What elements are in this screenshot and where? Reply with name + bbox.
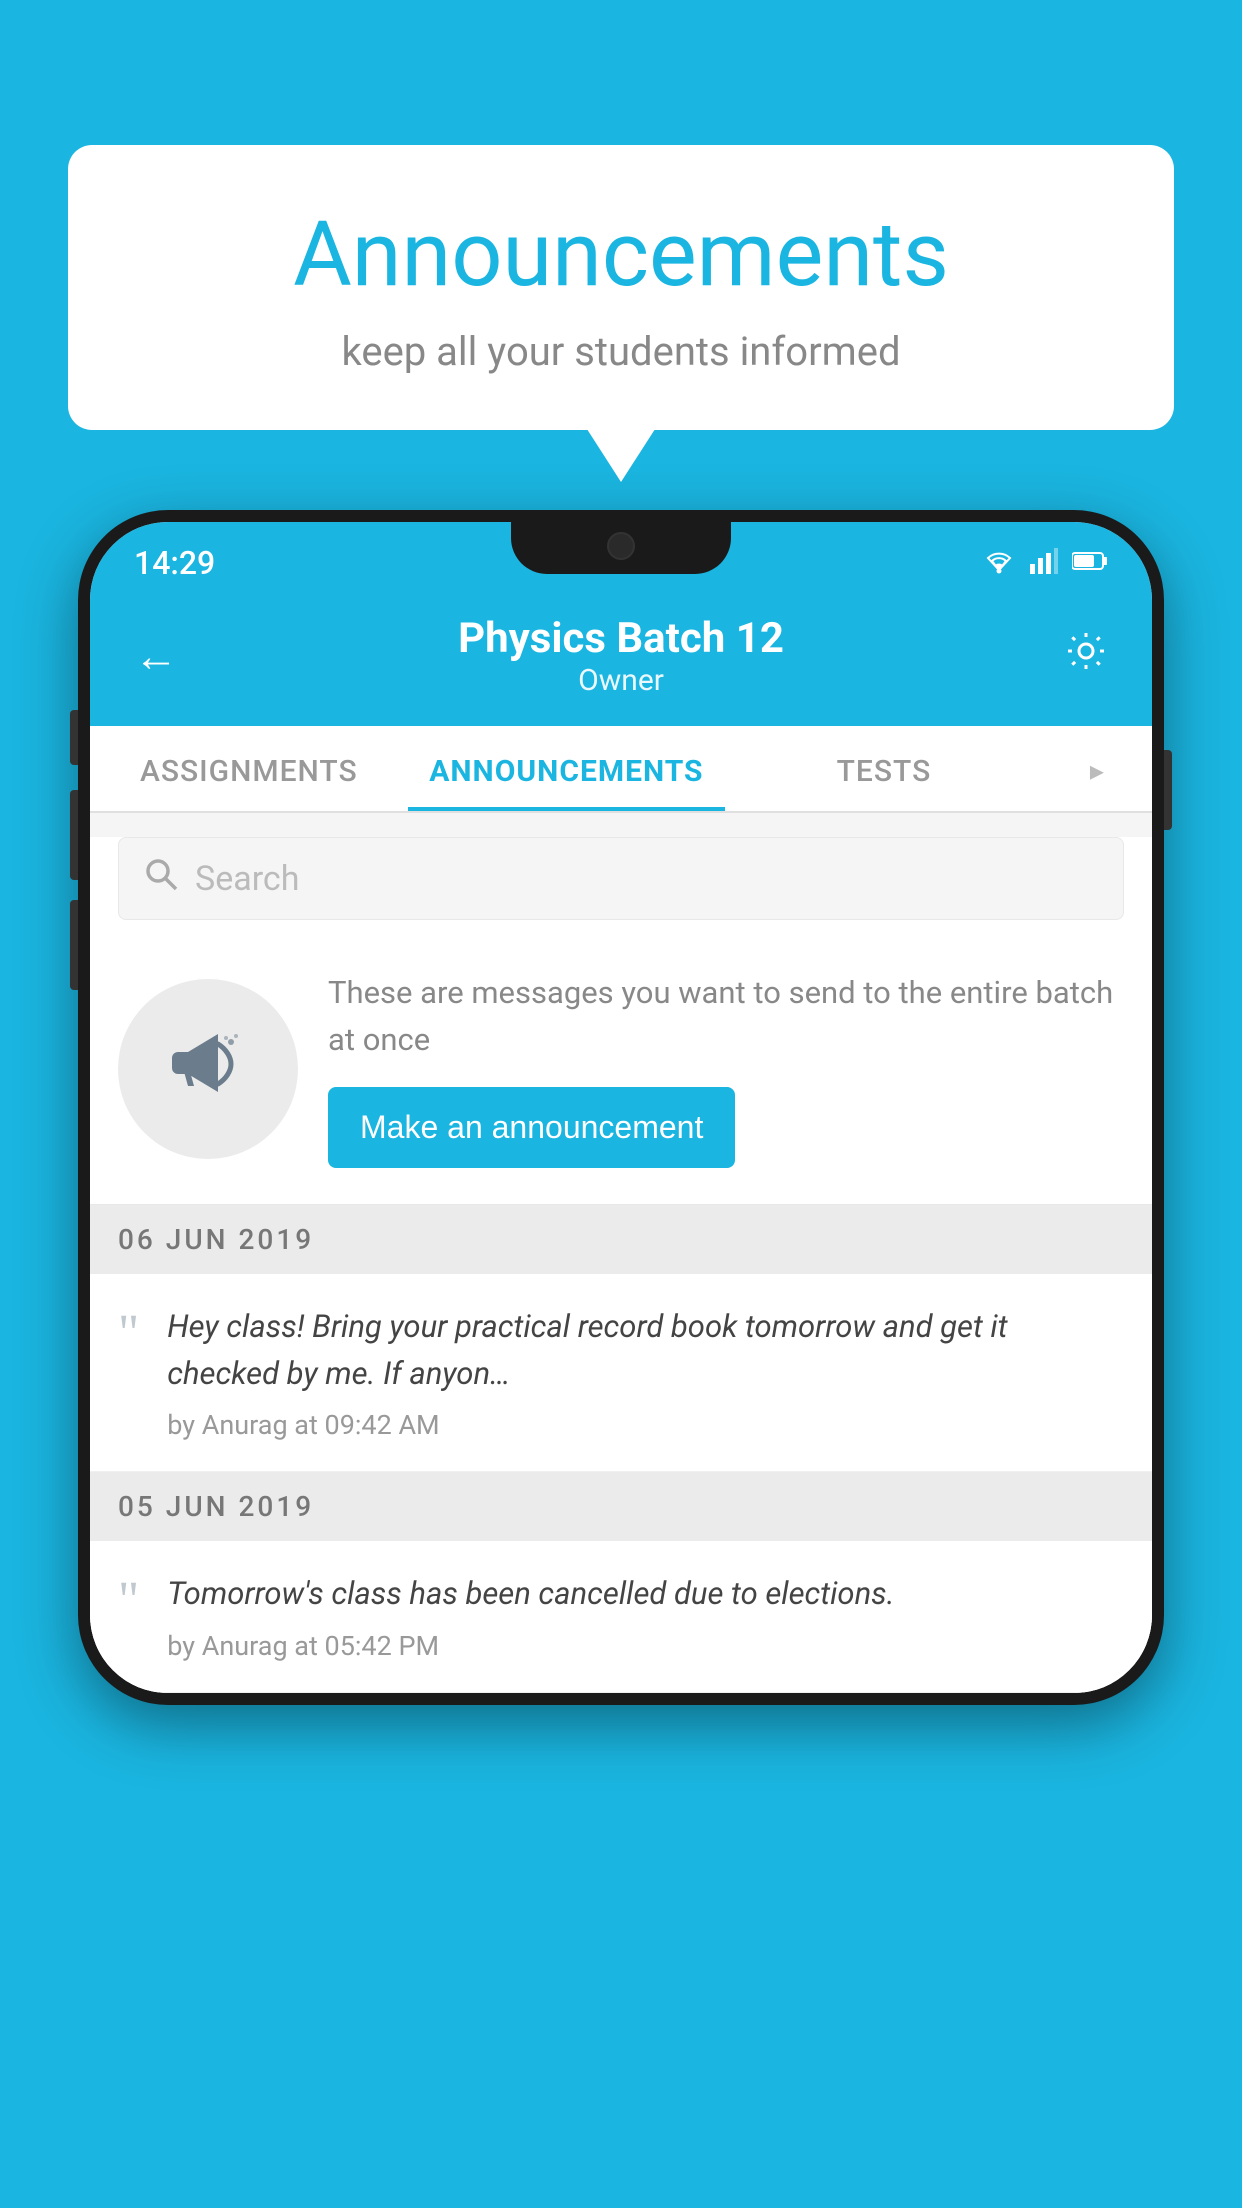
speech-bubble-subtitle: keep all your students informed bbox=[128, 328, 1114, 375]
speech-bubble-container: Announcements keep all your students inf… bbox=[68, 145, 1174, 430]
quote-icon-2: " bbox=[118, 1575, 139, 1627]
content-area: Search bbox=[90, 837, 1152, 1693]
app-header: ← Physics Batch 12 Owner bbox=[90, 594, 1152, 726]
announcement-item-2[interactable]: " Tomorrow's class has been cancelled du… bbox=[90, 1541, 1152, 1693]
settings-button[interactable] bbox=[1064, 629, 1108, 684]
header-subtitle: Owner bbox=[458, 663, 784, 698]
battery-icon bbox=[1072, 551, 1108, 575]
phone-wrapper: 14:29 bbox=[78, 510, 1164, 1705]
header-center: Physics Batch 12 Owner bbox=[458, 614, 784, 698]
announcement-meta-1: by Anurag at 09:42 AM bbox=[167, 1409, 1124, 1441]
phone-camera bbox=[607, 532, 635, 560]
megaphone-circle bbox=[118, 979, 298, 1159]
signal-icon bbox=[1030, 548, 1058, 578]
phone-vol-down-button bbox=[70, 900, 78, 990]
phone-screen: 14:29 bbox=[90, 522, 1152, 1693]
phone-vol-up-button bbox=[70, 790, 78, 880]
header-title: Physics Batch 12 bbox=[458, 614, 784, 663]
announcement-item-1[interactable]: " Hey class! Bring your practical record… bbox=[90, 1274, 1152, 1472]
make-announcement-button[interactable]: Make an announcement bbox=[328, 1087, 735, 1168]
search-placeholder: Search bbox=[195, 859, 299, 899]
announcement-prompt: These are messages you want to send to t… bbox=[90, 940, 1152, 1205]
prompt-right: These are messages you want to send to t… bbox=[328, 970, 1124, 1168]
speech-bubble: Announcements keep all your students inf… bbox=[68, 145, 1174, 430]
status-icons bbox=[982, 548, 1108, 578]
prompt-description: These are messages you want to send to t… bbox=[328, 970, 1124, 1063]
tab-announcements[interactable]: ANNOUNCEMENTS bbox=[408, 726, 726, 811]
speech-bubble-title: Announcements bbox=[128, 205, 1114, 304]
tab-tests[interactable]: TESTS bbox=[725, 726, 1043, 811]
tabs-container: ASSIGNMENTS ANNOUNCEMENTS TESTS ▸ bbox=[90, 726, 1152, 813]
tab-assignments[interactable]: ASSIGNMENTS bbox=[90, 726, 408, 811]
back-button[interactable]: ← bbox=[134, 634, 178, 678]
phone-power-button bbox=[1164, 750, 1172, 830]
phone-notch bbox=[511, 522, 731, 574]
tab-more[interactable]: ▸ bbox=[1043, 726, 1152, 811]
date-separator-2: 05 JUN 2019 bbox=[90, 1472, 1152, 1541]
search-bar[interactable]: Search bbox=[118, 837, 1124, 920]
phone-mockup: 14:29 bbox=[78, 510, 1164, 1705]
announcement-text-1: Hey class! Bring your practical record b… bbox=[167, 1304, 1124, 1397]
announcement-content-1: Hey class! Bring your practical record b… bbox=[167, 1304, 1124, 1441]
search-icon bbox=[143, 856, 179, 901]
date-separator-1: 06 JUN 2019 bbox=[90, 1205, 1152, 1274]
phone-mute-button bbox=[70, 710, 78, 765]
wifi-icon bbox=[982, 548, 1016, 578]
status-time: 14:29 bbox=[134, 544, 215, 582]
announcement-text-2: Tomorrow's class has been cancelled due … bbox=[167, 1571, 1124, 1618]
megaphone-icon bbox=[163, 1014, 253, 1124]
announcement-meta-2: by Anurag at 05:42 PM bbox=[167, 1630, 1124, 1662]
announcement-content-2: Tomorrow's class has been cancelled due … bbox=[167, 1571, 1124, 1662]
quote-icon-1: " bbox=[118, 1308, 139, 1360]
